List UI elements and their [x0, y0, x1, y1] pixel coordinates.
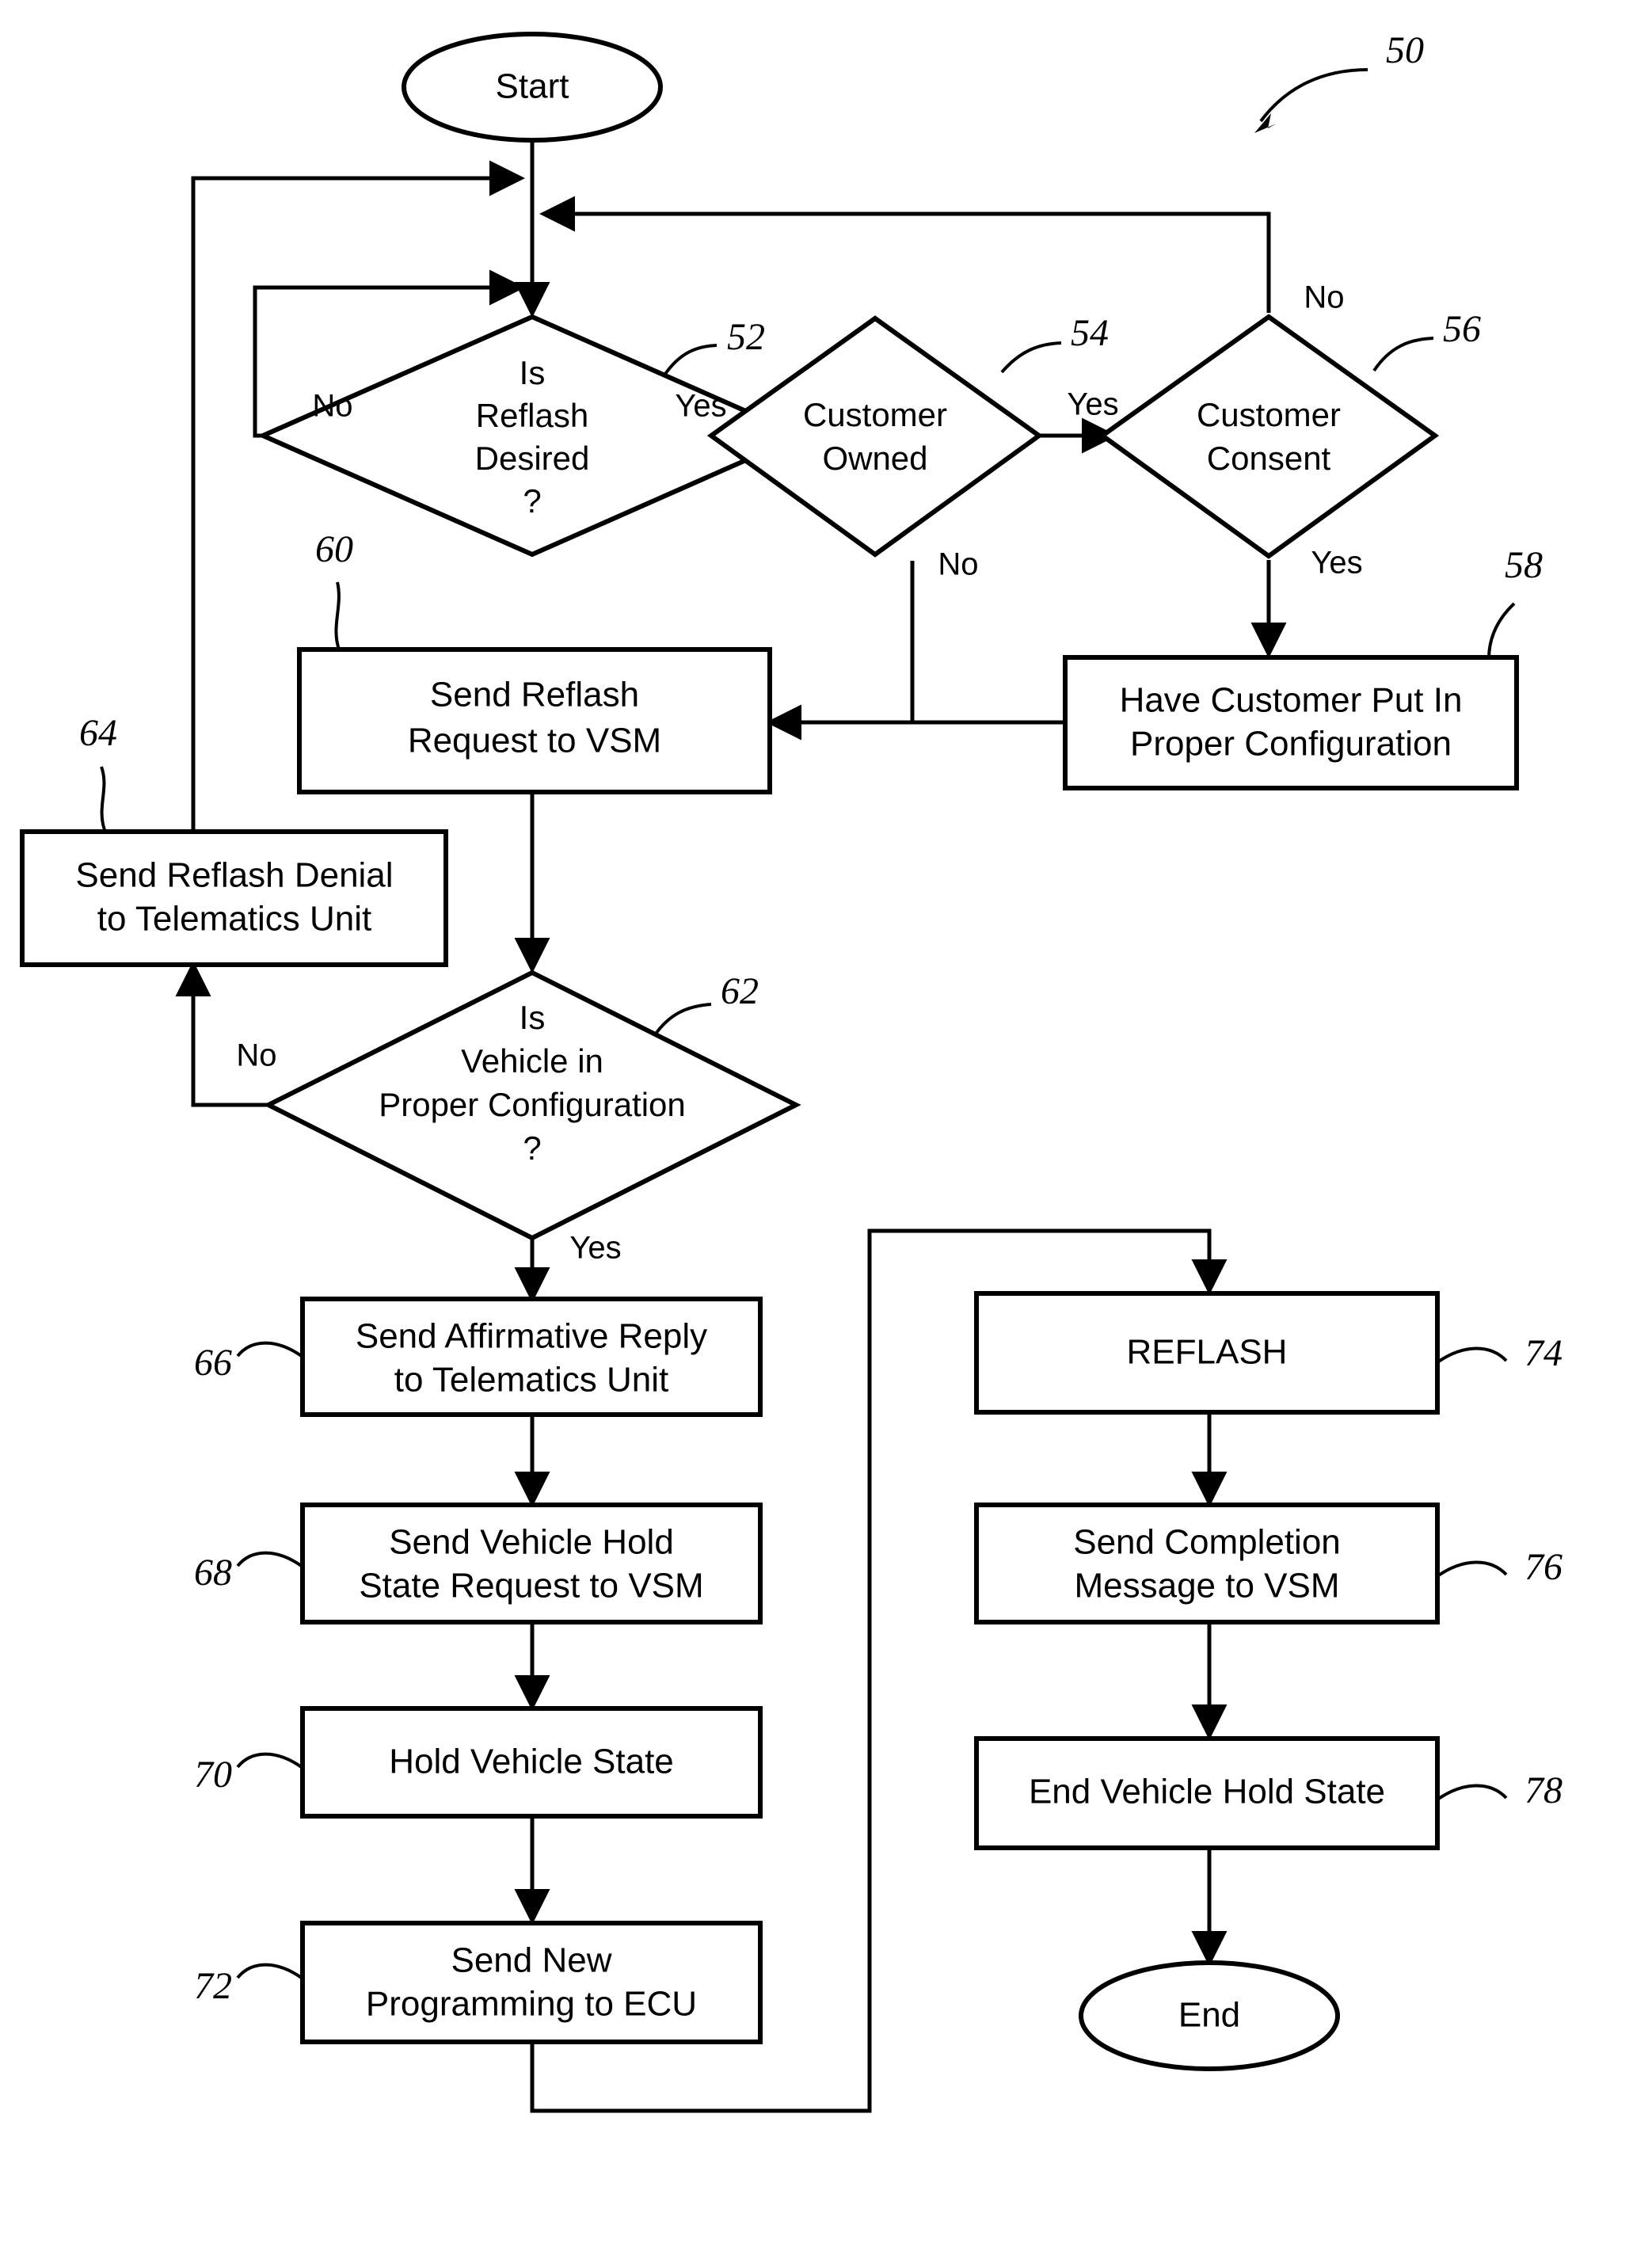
- decision-52-line2: Reflash: [476, 397, 588, 434]
- ref-numeral-76: 76: [1524, 1546, 1563, 1588]
- leader-62: [653, 1003, 712, 1038]
- edge-label-n52-no: No: [312, 389, 352, 424]
- edge-label-n54-yes: Yes: [1067, 387, 1118, 422]
- decision-56-line1: Customer: [1197, 396, 1341, 433]
- process-60-line2: Request to VSM: [408, 722, 661, 760]
- process-74-line1: REFLASH: [1127, 1333, 1288, 1372]
- leader-74: [1436, 1346, 1508, 1364]
- process-60-line1: Send Reflash: [430, 676, 639, 714]
- process-70-line1: Hold Vehicle State: [389, 1743, 674, 1781]
- edge-label-n56-yes: Yes: [1311, 546, 1362, 581]
- decision-52-line1: Is: [520, 354, 546, 391]
- process-66-line1: Send Affirmative Reply: [356, 1317, 707, 1356]
- process-76-line2: Message to VSM: [1074, 1567, 1339, 1605]
- decision-52-line3: Desired: [475, 440, 590, 477]
- process-have-customer-put-in-proper-configuration: [1063, 655, 1519, 790]
- flowchart-figure: Start Is Reflash Desired ? Customer Owne…: [0, 0, 1652, 2251]
- decision-54-line1: Customer: [803, 396, 947, 433]
- edge-label-n62-no: No: [236, 1038, 276, 1073]
- ref-numeral-60: 60: [315, 528, 353, 570]
- ref-numeral-56: 56: [1443, 308, 1481, 350]
- ref-numeral-50: 50: [1386, 29, 1424, 71]
- process-64-line2: to Telematics Unit: [97, 900, 371, 939]
- process-68-line1: Send Vehicle Hold: [389, 1523, 674, 1562]
- ref-numeral-78: 78: [1524, 1769, 1563, 1811]
- terminator-end-label: End: [1178, 1996, 1240, 2035]
- leader-58: [1487, 602, 1516, 660]
- flowchart-canvas: Start Is Reflash Desired ? Customer Owne…: [20, 29, 1563, 2113]
- ref-numeral-52: 52: [727, 316, 765, 358]
- decision-54-line2: Owned: [822, 440, 927, 477]
- edge-n56-no-to-spine: [539, 196, 1271, 313]
- ref-numeral-68: 68: [194, 1552, 232, 1594]
- leader-68: [236, 1551, 304, 1568]
- leader-56: [1372, 337, 1434, 372]
- decision-62-line4: ?: [523, 1129, 541, 1167]
- process-58-line2: Proper Configuration: [1130, 725, 1452, 764]
- leader-70: [236, 1752, 304, 1769]
- decision-52-line4: ?: [523, 482, 541, 520]
- leader-50: [1259, 68, 1368, 123]
- leader-54: [1000, 341, 1062, 374]
- edge-label-n52-yes: Yes: [675, 389, 726, 424]
- decision-56-line2: Consent: [1207, 440, 1331, 477]
- ref-numeral-54: 54: [1071, 312, 1109, 354]
- process-64-line1: Send Reflash Denial: [75, 856, 393, 895]
- edge-n54-no-to-n60: [766, 561, 915, 741]
- ref-numeral-72: 72: [194, 1965, 232, 2007]
- leader-64: [100, 766, 106, 831]
- ref-numeral-74: 74: [1524, 1332, 1563, 1374]
- leader-72: [236, 1963, 304, 1980]
- leader-66: [236, 1341, 304, 1358]
- decision-62-line2: Vehicle in: [461, 1042, 603, 1080]
- leader-52: [662, 344, 718, 378]
- leader-76: [1436, 1560, 1508, 1578]
- ref-numeral-64: 64: [79, 712, 117, 754]
- leader-60: [334, 581, 341, 650]
- process-66-line2: to Telematics Unit: [394, 1361, 668, 1400]
- edge-label-n54-no: No: [938, 547, 978, 582]
- decision-customer-consent: [1098, 314, 1440, 559]
- process-76-line1: Send Completion: [1073, 1523, 1341, 1562]
- edge-label-n56-no: No: [1304, 280, 1344, 315]
- process-72-line2: Programming to ECU: [366, 1985, 697, 2024]
- process-78-line1: End Vehicle Hold State: [1029, 1773, 1385, 1811]
- terminator-start-label: Start: [496, 67, 569, 106]
- process-72-line1: Send New: [451, 1941, 611, 1980]
- ref-numeral-66: 66: [194, 1342, 232, 1384]
- ref-numeral-62: 62: [721, 970, 759, 1012]
- edge-n62-no-to-n64: [175, 961, 267, 1107]
- ref-numeral-58: 58: [1505, 544, 1543, 586]
- process-58-line1: Have Customer Put In: [1120, 681, 1463, 720]
- ref-numeral-70: 70: [194, 1754, 232, 1796]
- process-68-line2: State Request to VSM: [359, 1567, 703, 1605]
- leader-78: [1436, 1784, 1508, 1801]
- decision-62-line1: Is: [520, 999, 546, 1036]
- edge-label-n62-yes: Yes: [569, 1231, 621, 1266]
- decision-62-line3: Proper Configuration: [379, 1086, 686, 1123]
- process-send-reflash-denial-to-telematics-unit: [20, 829, 448, 967]
